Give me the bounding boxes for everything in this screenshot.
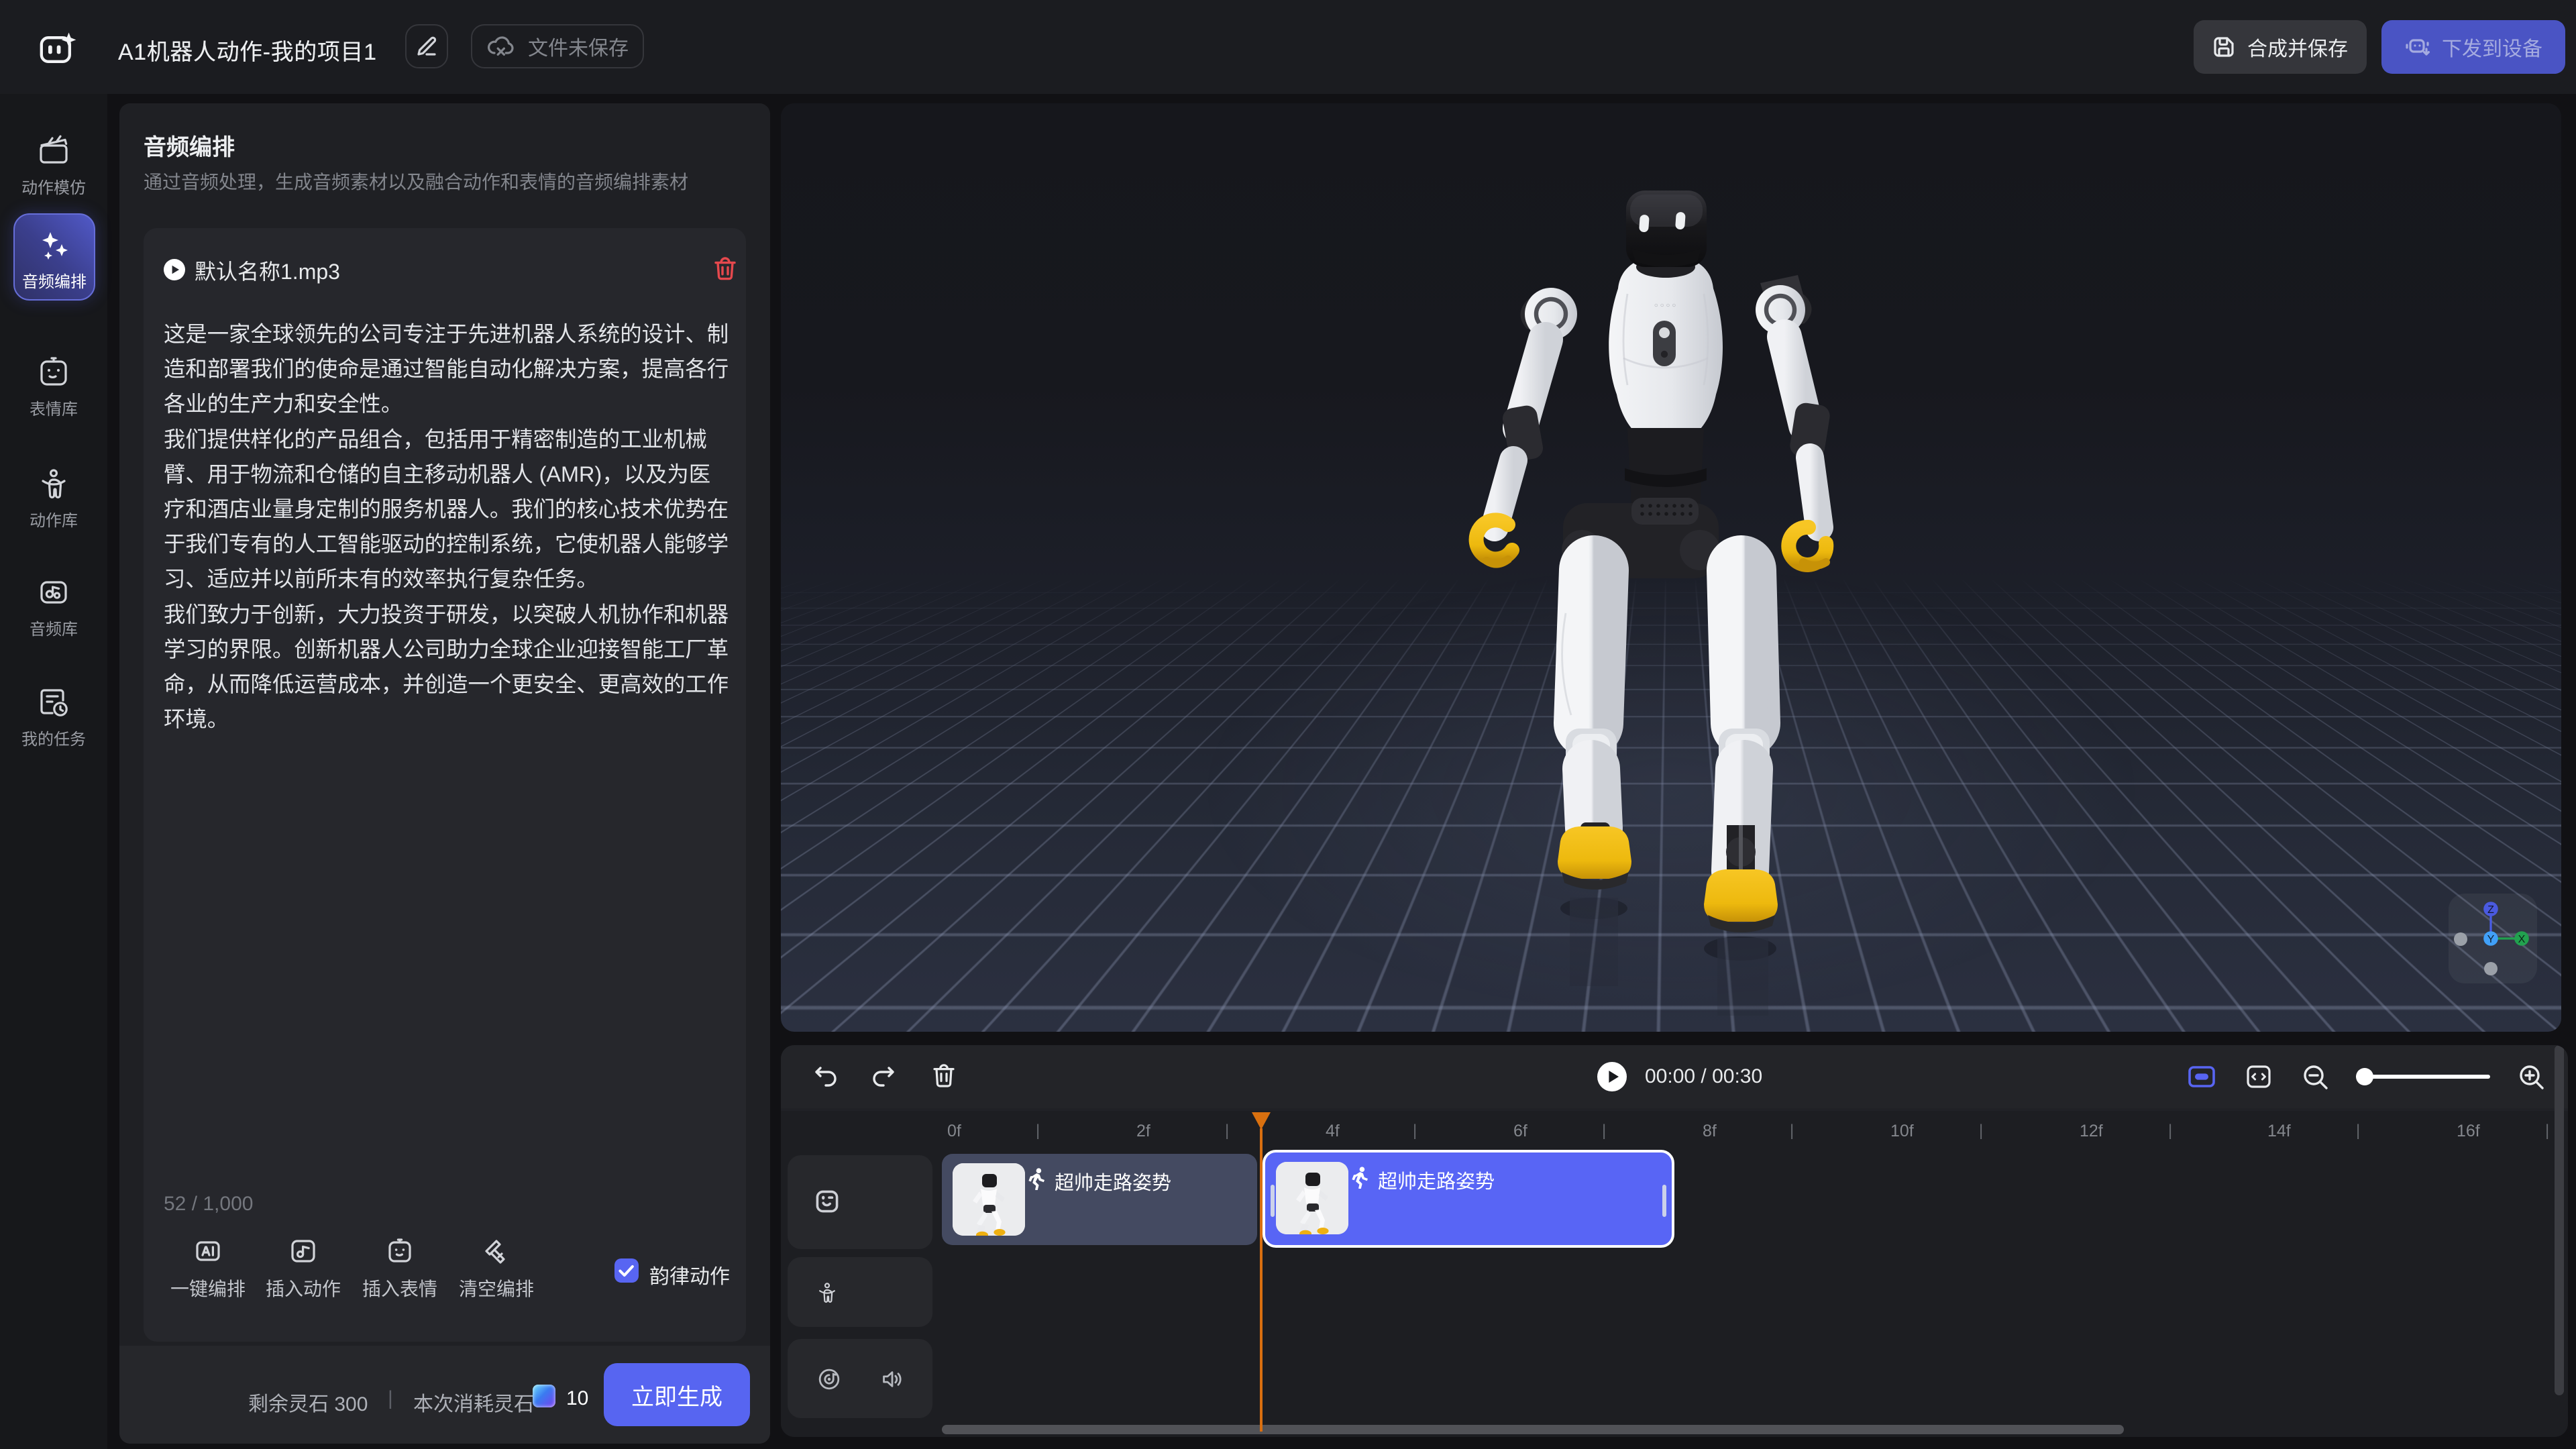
svg-text:○ ○ ○ ○: ○ ○ ○ ○ xyxy=(1654,302,1676,309)
svg-text:X: X xyxy=(2518,934,2526,945)
svg-text:Z: Z xyxy=(2487,904,2494,916)
svg-text:Y: Y xyxy=(2487,934,2495,945)
